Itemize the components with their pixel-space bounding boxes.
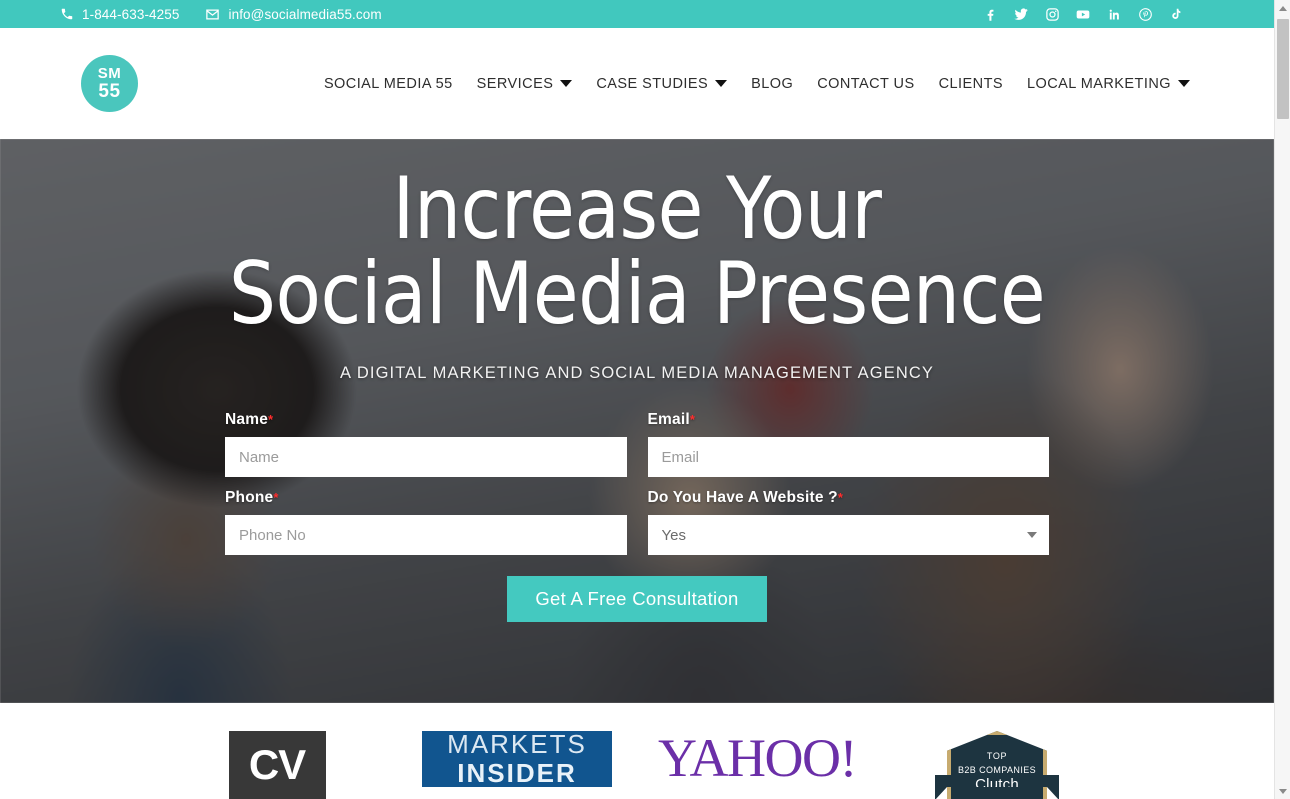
email-label: Email*	[648, 411, 1050, 429]
hero-content: Increase Your Social Media Presence A DI…	[0, 139, 1274, 383]
nav-menu: SOCIAL MEDIA 55 SERVICES CASE STUDIES BL…	[312, 76, 1202, 92]
name-label: Name*	[225, 411, 627, 429]
envelope-icon	[205, 7, 220, 22]
chevron-down-icon	[560, 80, 573, 87]
tiktok-icon[interactable]	[1168, 6, 1184, 22]
website-select[interactable]: Yes	[647, 515, 1049, 556]
nav-item-case-studies[interactable]: CASE STUDIES	[584, 76, 739, 92]
nav-item-clients[interactable]: CLIENTS	[927, 76, 1015, 92]
name-label-text: Name	[225, 411, 269, 429]
page-viewport: 1-844-633-4255 info@socialmedia55.com SM…	[0, 0, 1274, 799]
hero-headline: Increase Your Social Media Presence	[25, 159, 1248, 345]
nav-item-blog[interactable]: BLOG	[739, 76, 805, 92]
nav-label: CLIENTS	[938, 75, 1003, 92]
field-name: Name*	[225, 411, 627, 489]
nav-label: LOCAL MARKETING	[1027, 75, 1171, 92]
scroll-up-arrow-icon[interactable]	[1275, 0, 1290, 16]
field-email: Email*	[647, 411, 1050, 489]
facebook-icon[interactable]	[982, 6, 998, 22]
hero-section: Increase Your Social Media Presence A DI…	[0, 139, 1274, 703]
nav-item-social-media-55[interactable]: SOCIAL MEDIA 55	[312, 76, 465, 92]
email-text: info@socialmedia55.com	[228, 6, 382, 22]
instagram-icon[interactable]	[1044, 6, 1060, 22]
clutch-badge-middle-text: B2B COMPANIES	[957, 765, 1037, 775]
nav-label: BLOG	[751, 75, 794, 92]
topbar-contact-group: 1-844-633-4255 info@socialmedia55.com	[60, 7, 382, 22]
field-phone: Phone*	[225, 489, 627, 567]
pinterest-icon[interactable]	[1137, 6, 1153, 22]
nav-label: SOCIAL MEDIA 55	[323, 75, 453, 92]
logo-cell-markets-insider: MARKETS INSIDER	[397, 728, 637, 788]
website-label-text: Do You Have A Website ?	[647, 489, 838, 507]
email-input[interactable]	[647, 437, 1049, 478]
clutch-badge-shield: TOP B2B COMPANIES	[947, 731, 1047, 799]
nav-item-services[interactable]: SERVICES	[465, 76, 585, 92]
linkedin-icon[interactable]	[1106, 6, 1122, 22]
clutch-badge-top-text: TOP	[986, 751, 1008, 761]
page-scrollbar[interactable]	[1274, 0, 1290, 799]
nav-item-local-marketing[interactable]: LOCAL MARKETING	[1015, 76, 1202, 92]
nav-label: SERVICES	[476, 75, 554, 92]
form-submit-row: Get A Free Consultation	[225, 576, 1049, 623]
phone-input[interactable]	[225, 515, 627, 556]
required-asterisk: *	[273, 490, 279, 506]
consultation-form: Name* Email* Phone*	[225, 411, 1049, 623]
site-logo[interactable]: SM 55	[81, 55, 138, 112]
hero-subtitle: A DIGITAL MARKETING AND SOCIAL MEDIA MAN…	[340, 364, 934, 383]
markets-insider-line-2: INSIDER	[457, 758, 577, 788]
phone-label-text: Phone	[225, 489, 274, 507]
main-navigation-bar: SM 55 SOCIAL MEDIA 55 SERVICES CASE STUD…	[0, 28, 1274, 139]
twitter-icon[interactable]	[1013, 6, 1029, 22]
markets-insider-logo: MARKETS INSIDER	[422, 728, 612, 788]
youtube-icon[interactable]	[1075, 6, 1091, 22]
website-select-wrap: Yes	[647, 515, 1049, 556]
required-asterisk: *	[837, 490, 844, 506]
field-website: Do You Have A Website ?* Yes	[647, 489, 1050, 567]
logo-line-1: SM	[97, 65, 122, 82]
name-input[interactable]	[225, 437, 627, 478]
yahoo-logo: YAHOO!	[658, 728, 857, 788]
email-link[interactable]: info@socialmedia55.com	[205, 6, 382, 22]
website-label: Do You Have A Website ?*	[648, 489, 1050, 507]
phone-label: Phone*	[225, 489, 627, 507]
chevron-down-icon	[715, 80, 728, 87]
get-free-consultation-button[interactable]: Get A Free Consultation	[507, 576, 767, 623]
logo-cell-clutch: TOP B2B COMPANIES Clutch GLOBAL	[877, 731, 1117, 799]
phone-text: 1-844-633-4255	[82, 6, 180, 22]
social-links	[982, 6, 1256, 22]
nav-label: CONTACT US	[817, 75, 915, 92]
cv-logo: CV	[228, 731, 326, 799]
logo-cell-cv: CV	[157, 731, 397, 799]
form-fields-grid: Name* Email* Phone*	[225, 411, 1049, 567]
required-asterisk: *	[689, 412, 696, 428]
top-contact-bar: 1-844-633-4255 info@socialmedia55.com	[0, 0, 1274, 28]
logo-line-2: 55	[98, 81, 121, 102]
scroll-down-arrow-icon[interactable]	[1275, 783, 1290, 799]
email-label-text: Email	[647, 411, 690, 429]
logo-cell-yahoo: YAHOO!	[637, 731, 877, 785]
hero-headline-line-1: Increase Your	[392, 159, 882, 259]
hero-headline-line-2: Social Media Presence	[228, 244, 1046, 345]
phone-link[interactable]: 1-844-633-4255	[60, 7, 179, 22]
phone-icon	[60, 7, 74, 21]
scrollbar-thumb[interactable]	[1277, 19, 1289, 119]
nav-label: CASE STUDIES	[596, 75, 709, 92]
chevron-down-icon	[1178, 80, 1190, 87]
browser-page: 1-844-633-4255 info@socialmedia55.com SM…	[0, 0, 1290, 799]
markets-insider-line-1: MARKETS	[447, 728, 587, 759]
clutch-badge: TOP B2B COMPANIES Clutch GLOBAL	[935, 731, 1059, 799]
client-logos-strip: CV MARKETS INSIDER YAHOO! TOP B2B COMPAN…	[0, 703, 1274, 799]
nav-item-contact-us[interactable]: CONTACT US	[805, 76, 926, 92]
required-asterisk: *	[268, 412, 274, 428]
